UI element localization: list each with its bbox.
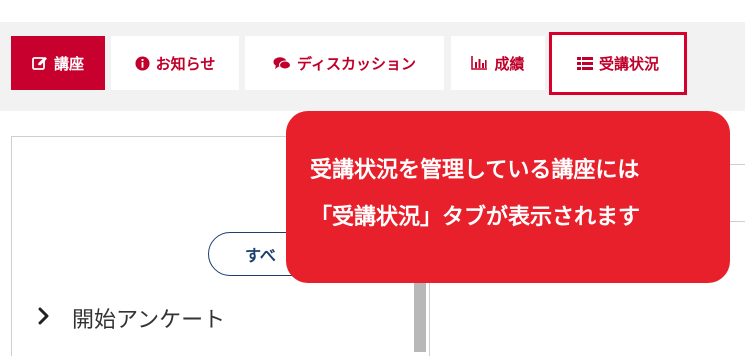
callout-line-1: 受講状況を管理している講座には	[310, 158, 640, 183]
tab-label: 成績	[494, 54, 525, 73]
list-item-label: 開始アンケート	[72, 308, 226, 333]
tab-label: 受講状況	[598, 55, 659, 73]
list-icon	[576, 57, 593, 70]
show-all-label: すべ	[245, 246, 276, 265]
scrollbar[interactable]	[414, 282, 426, 352]
info-circle-icon	[135, 55, 150, 71]
callout-line-2: 「受講状況」タブが表示されます	[310, 205, 641, 230]
tab-label: お知らせ	[155, 54, 216, 73]
callout-tooltip: 受講状況を管理している講座には 「受講状況」タブが表示されます	[286, 111, 730, 283]
tab-attendance[interactable]: 受講状況	[549, 32, 687, 95]
bar-chart-icon	[471, 56, 488, 70]
chevron-right-icon	[38, 306, 50, 331]
tab-label: ディスカッション	[297, 54, 416, 73]
tab-notices[interactable]: お知らせ	[111, 36, 239, 90]
tab-discussion[interactable]: ディスカッション	[245, 36, 444, 90]
tab-course[interactable]: 講座	[11, 36, 105, 90]
edit-icon	[32, 56, 48, 70]
tab-grades[interactable]: 成績	[451, 36, 545, 90]
chat-bubbles-icon	[273, 56, 292, 71]
tab-label: 講座	[53, 54, 84, 73]
list-item[interactable]: 開始アンケート	[38, 300, 225, 336]
